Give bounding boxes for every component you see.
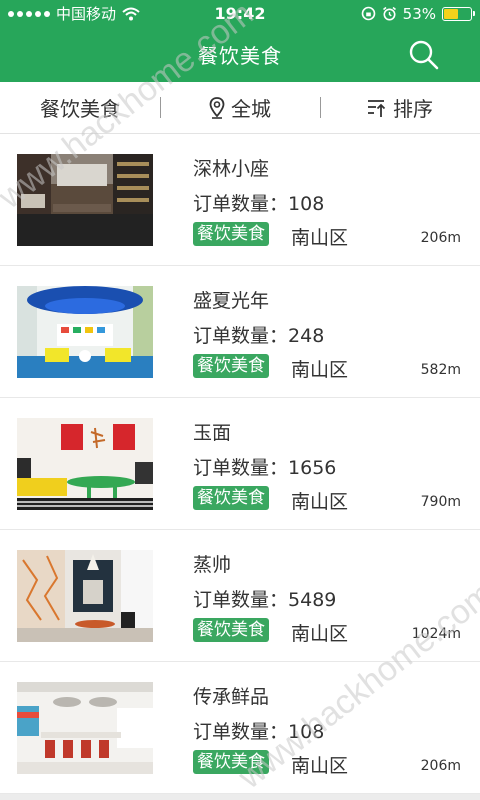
battery-percent: 53% (402, 4, 436, 23)
order-count: 订单数量：5489 (193, 585, 336, 612)
district-label: 南山区 (291, 227, 349, 249)
restaurant-photo (17, 550, 153, 642)
filter-category-label: 餐饮美食 (40, 97, 120, 121)
status-bar: 中国移动 19:42 53% (0, 0, 480, 27)
order-count: 订单数量：1656 (193, 453, 336, 480)
filter-category[interactable]: 餐饮美食 (0, 93, 160, 122)
battery-level (444, 8, 458, 19)
restaurant-list: 深林小座 订单数量：108 餐饮美食 南山区 206m 盛夏光年 订单数量：24… (0, 134, 480, 794)
battery-icon (442, 6, 475, 21)
filter-sort[interactable]: 排序 (320, 93, 480, 122)
restaurant-photo (17, 682, 153, 774)
order-count-value: 5489 (288, 589, 337, 611)
order-count-value: 1656 (288, 457, 337, 479)
order-count-label: 订单数量： (193, 721, 289, 743)
restaurant-name: 盛夏光年 (193, 290, 270, 312)
status-right: 53% (361, 4, 475, 23)
bottom-divider (0, 794, 480, 800)
restaurant-photo (17, 286, 153, 378)
order-count-label: 订单数量： (193, 457, 289, 479)
distance-label: 790m (420, 494, 461, 510)
nav-bar: 餐饮美食 (0, 27, 480, 82)
order-count-label: 订单数量： (193, 325, 289, 347)
category-badge: 餐饮美食 (193, 486, 269, 510)
list-item[interactable]: 盛夏光年 订单数量：248 餐饮美食 南山区 582m (0, 266, 480, 398)
order-count: 订单数量：248 (193, 321, 324, 348)
distance-label: 582m (420, 362, 461, 378)
category-badge: 餐饮美食 (193, 618, 269, 642)
page-title: 餐饮美食 (198, 44, 282, 68)
category-badge: 餐饮美食 (193, 750, 269, 774)
alarm-icon (382, 6, 396, 21)
filter-area-label: 全城 (231, 97, 271, 121)
district-label: 南山区 (291, 755, 349, 777)
list-item[interactable]: 蒸帅 订单数量：5489 餐饮美食 南山区 1024m (0, 530, 480, 662)
distance-label: 1024m (411, 626, 461, 642)
restaurant-photo (17, 418, 153, 510)
order-count-value: 248 (288, 325, 325, 347)
order-count: 订单数量：108 (193, 189, 324, 216)
distance-label: 206m (420, 758, 461, 774)
sort-icon (368, 99, 386, 117)
filter-sort-label: 排序 (393, 97, 433, 121)
order-count-label: 订单数量： (193, 193, 289, 215)
category-badge: 餐饮美食 (193, 354, 269, 378)
order-count-value: 108 (288, 721, 325, 743)
carrier-name: 中国移动 (56, 5, 117, 23)
signal-strength-icon (8, 10, 50, 17)
restaurant-name: 传承鲜品 (193, 686, 270, 708)
order-count: 订单数量：108 (193, 717, 324, 744)
district-label: 南山区 (291, 623, 349, 645)
restaurant-name: 玉面 (193, 422, 232, 444)
search-icon[interactable] (408, 39, 440, 71)
district-label: 南山区 (291, 491, 349, 513)
list-item[interactable]: 玉面 订单数量：1656 餐饮美食 南山区 790m (0, 398, 480, 530)
restaurant-name: 蒸帅 (193, 554, 232, 576)
wifi-icon (122, 7, 140, 20)
order-count-value: 108 (288, 193, 325, 215)
list-item[interactable]: 深林小座 订单数量：108 餐饮美食 南山区 206m (0, 134, 480, 266)
status-left: 中国移动 (8, 3, 140, 24)
list-item[interactable]: 传承鲜品 订单数量：108 餐饮美食 南山区 206m (0, 662, 480, 794)
rotation-lock-icon (361, 6, 375, 21)
order-count-label: 订单数量： (193, 589, 289, 611)
location-pin-icon (209, 96, 225, 119)
filter-area[interactable]: 全城 (160, 93, 320, 122)
distance-label: 206m (420, 230, 461, 246)
filter-bar: 餐饮美食 全城 排序 (0, 82, 480, 134)
restaurant-name: 深林小座 (193, 158, 270, 180)
restaurant-photo (17, 154, 153, 246)
district-label: 南山区 (291, 359, 349, 381)
category-badge: 餐饮美食 (193, 222, 269, 246)
